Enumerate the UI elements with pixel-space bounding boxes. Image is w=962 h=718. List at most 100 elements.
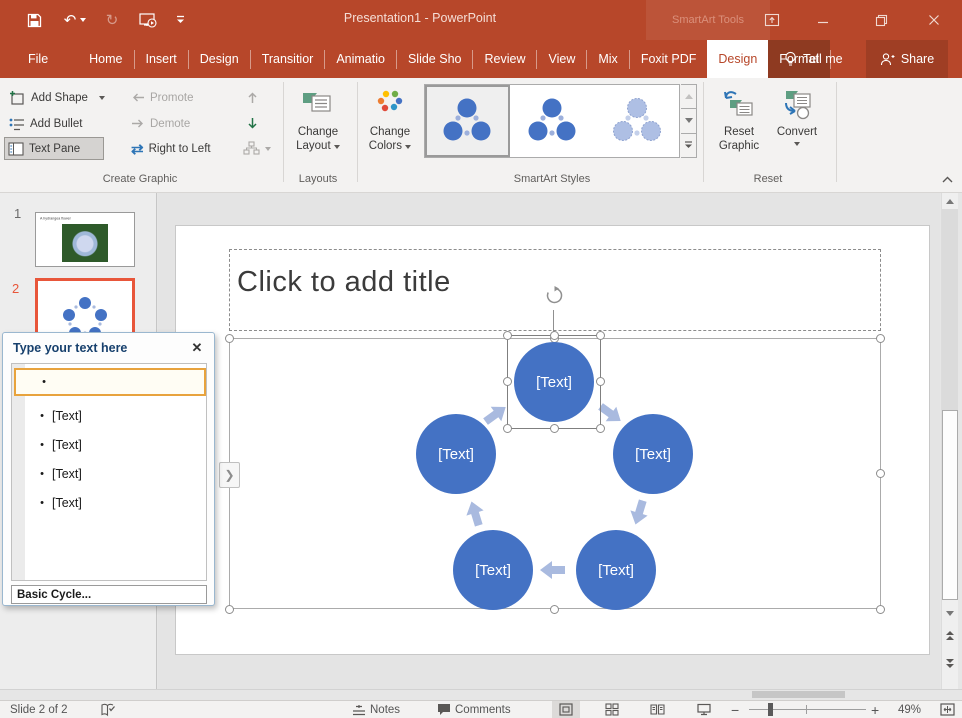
shape-handle-w[interactable] — [503, 377, 512, 386]
text-pane-row[interactable]: • [Text] — [26, 402, 206, 430]
change-layout-button[interactable]: Change Layout — [289, 84, 347, 176]
resize-handle-se[interactable] — [876, 605, 885, 614]
horizontal-scrollbar-thumb[interactable] — [752, 691, 845, 698]
collapse-ribbon-button[interactable] — [938, 171, 956, 187]
zoom-level[interactable]: 49% — [898, 701, 921, 718]
demote-arrow-icon — [131, 118, 145, 129]
zoom-in-button[interactable]: + — [871, 701, 879, 718]
style-thumbnail-selected[interactable] — [425, 85, 510, 157]
shape-handle-s[interactable] — [550, 424, 559, 433]
tab-file[interactable]: File — [14, 40, 62, 78]
move-up-button[interactable] — [244, 86, 266, 109]
right-to-left-button[interactable]: ⇄ Right to Left — [128, 137, 214, 160]
scroll-up-button[interactable] — [942, 193, 958, 209]
text-pane-row[interactable]: • [Text] — [26, 460, 206, 488]
right-to-left-icon: ⇄ — [131, 140, 144, 158]
dropdown-caret-icon — [99, 96, 105, 100]
tab-transitions[interactable]: Transitior — [251, 40, 325, 78]
gallery-scroll-down-button[interactable] — [681, 108, 696, 132]
shape-handle-nw[interactable] — [503, 331, 512, 340]
text-pane-row[interactable]: • [Text] — [26, 489, 206, 517]
promote-button[interactable]: Promote — [128, 86, 196, 109]
normal-view-button[interactable] — [552, 701, 580, 718]
cycle-node-bottom-right[interactable]: [Text] — [576, 530, 656, 610]
tab-home[interactable]: Home — [78, 40, 133, 78]
slide-sorter-view-button[interactable] — [598, 701, 626, 718]
spell-check-button[interactable] — [100, 701, 116, 718]
slide-page[interactable]: Click to add title ❯ [Text] [Text] — [175, 225, 930, 655]
org-chart-icon — [243, 141, 260, 156]
tab-mix[interactable]: Mix — [587, 40, 628, 78]
zoom-slider-track[interactable] — [749, 709, 866, 710]
shape-handle-ne[interactable] — [596, 331, 605, 340]
share-button[interactable]: Share — [866, 40, 948, 78]
zoom-out-button[interactable]: − — [731, 701, 739, 718]
shape-handle-n[interactable] — [550, 331, 559, 340]
resize-handle-sw[interactable] — [225, 605, 234, 614]
add-shape-button[interactable]: Add Shape — [6, 86, 108, 109]
resize-handle-s[interactable] — [550, 605, 559, 614]
text-pane-item: [Text] — [52, 438, 82, 452]
text-pane-close-button[interactable]: ✕ — [188, 339, 206, 357]
text-pane-expand-button[interactable]: ❯ — [219, 462, 240, 488]
gallery-scroll-up-button[interactable] — [681, 85, 696, 108]
minimize-button[interactable] — [806, 8, 840, 32]
cycle-node-left[interactable]: [Text] — [416, 414, 496, 494]
text-pane-layout-name[interactable]: Basic Cycle... — [11, 585, 207, 604]
gallery-more-button[interactable] — [681, 133, 696, 157]
tab-review[interactable]: Review — [473, 40, 536, 78]
restore-button[interactable] — [864, 8, 898, 32]
style-thumbnail[interactable] — [594, 85, 679, 157]
tab-insert[interactable]: Insert — [135, 40, 188, 78]
reading-view-button[interactable] — [643, 701, 671, 718]
scrollbar-track[interactable] — [942, 209, 958, 410]
add-bullet-button[interactable]: Add Bullet — [6, 112, 85, 135]
cycle-arrow-icon — [539, 560, 565, 580]
previous-slide-button[interactable] — [942, 627, 958, 643]
demote-button[interactable]: Demote — [128, 112, 193, 135]
convert-button[interactable]: Convert — [768, 84, 826, 176]
tab-animations[interactable]: Animatio — [325, 40, 396, 78]
tell-me-box[interactable]: Tell me — [776, 40, 851, 78]
tab-view[interactable]: View — [537, 40, 586, 78]
tab-foxit-pdf[interactable]: Foxit PDF — [630, 40, 708, 78]
move-down-button[interactable] — [244, 112, 266, 135]
fit-to-window-button[interactable] — [940, 701, 955, 718]
shape-handle-se[interactable] — [596, 424, 605, 433]
zoom-slider-handle[interactable] — [768, 703, 773, 716]
reset-graphic-button[interactable]: Reset Graphic — [710, 84, 768, 176]
shape-handle-sw[interactable] — [503, 424, 512, 433]
tab-slideshow[interactable]: Slide Sho — [397, 40, 473, 78]
tab-design[interactable]: Design — [189, 40, 250, 78]
comments-button[interactable]: Comments — [437, 701, 511, 718]
change-colors-button[interactable]: Change Colors — [361, 84, 419, 176]
next-slide-button[interactable] — [942, 655, 958, 671]
slide-1-thumbnail[interactable]: A hydrangea flower — [35, 212, 135, 267]
tab-smartart-design-active[interactable]: Design — [707, 40, 768, 78]
cycle-node-right[interactable]: [Text] — [613, 414, 693, 494]
scrollbar-thumb[interactable] — [942, 410, 958, 600]
resize-handle-ne[interactable] — [876, 334, 885, 343]
text-pane-toggle-button[interactable]: Text Pane — [4, 137, 104, 160]
slideshow-view-button[interactable] — [690, 701, 718, 718]
rotate-handle[interactable] — [545, 286, 564, 305]
dropdown-caret-icon — [265, 147, 271, 151]
style-thumbnail[interactable] — [510, 85, 595, 157]
org-chart-layout-button[interactable] — [240, 137, 274, 160]
convert-icon — [780, 87, 814, 121]
ribbon-display-options-button[interactable] — [755, 8, 789, 32]
close-button[interactable] — [917, 8, 951, 32]
cycle-node-bottom-left[interactable]: [Text] — [453, 530, 533, 610]
text-pane-item: [Text] — [52, 496, 82, 510]
resize-handle-e[interactable] — [876, 469, 885, 478]
scroll-down-button[interactable] — [942, 605, 958, 621]
text-pane-header: Type your text here — [13, 341, 127, 355]
notes-button[interactable]: Notes — [352, 701, 400, 718]
text-pane-row[interactable]: • [Text] — [26, 431, 206, 459]
shape-handle-e[interactable] — [596, 377, 605, 386]
bullet-icon: • — [28, 376, 54, 388]
tell-me-label: Tell me — [803, 52, 843, 66]
slide-indicator[interactable]: Slide 2 of 2 — [10, 701, 68, 718]
resize-handle-nw[interactable] — [225, 334, 234, 343]
text-pane-row-active[interactable]: • — [14, 368, 206, 396]
